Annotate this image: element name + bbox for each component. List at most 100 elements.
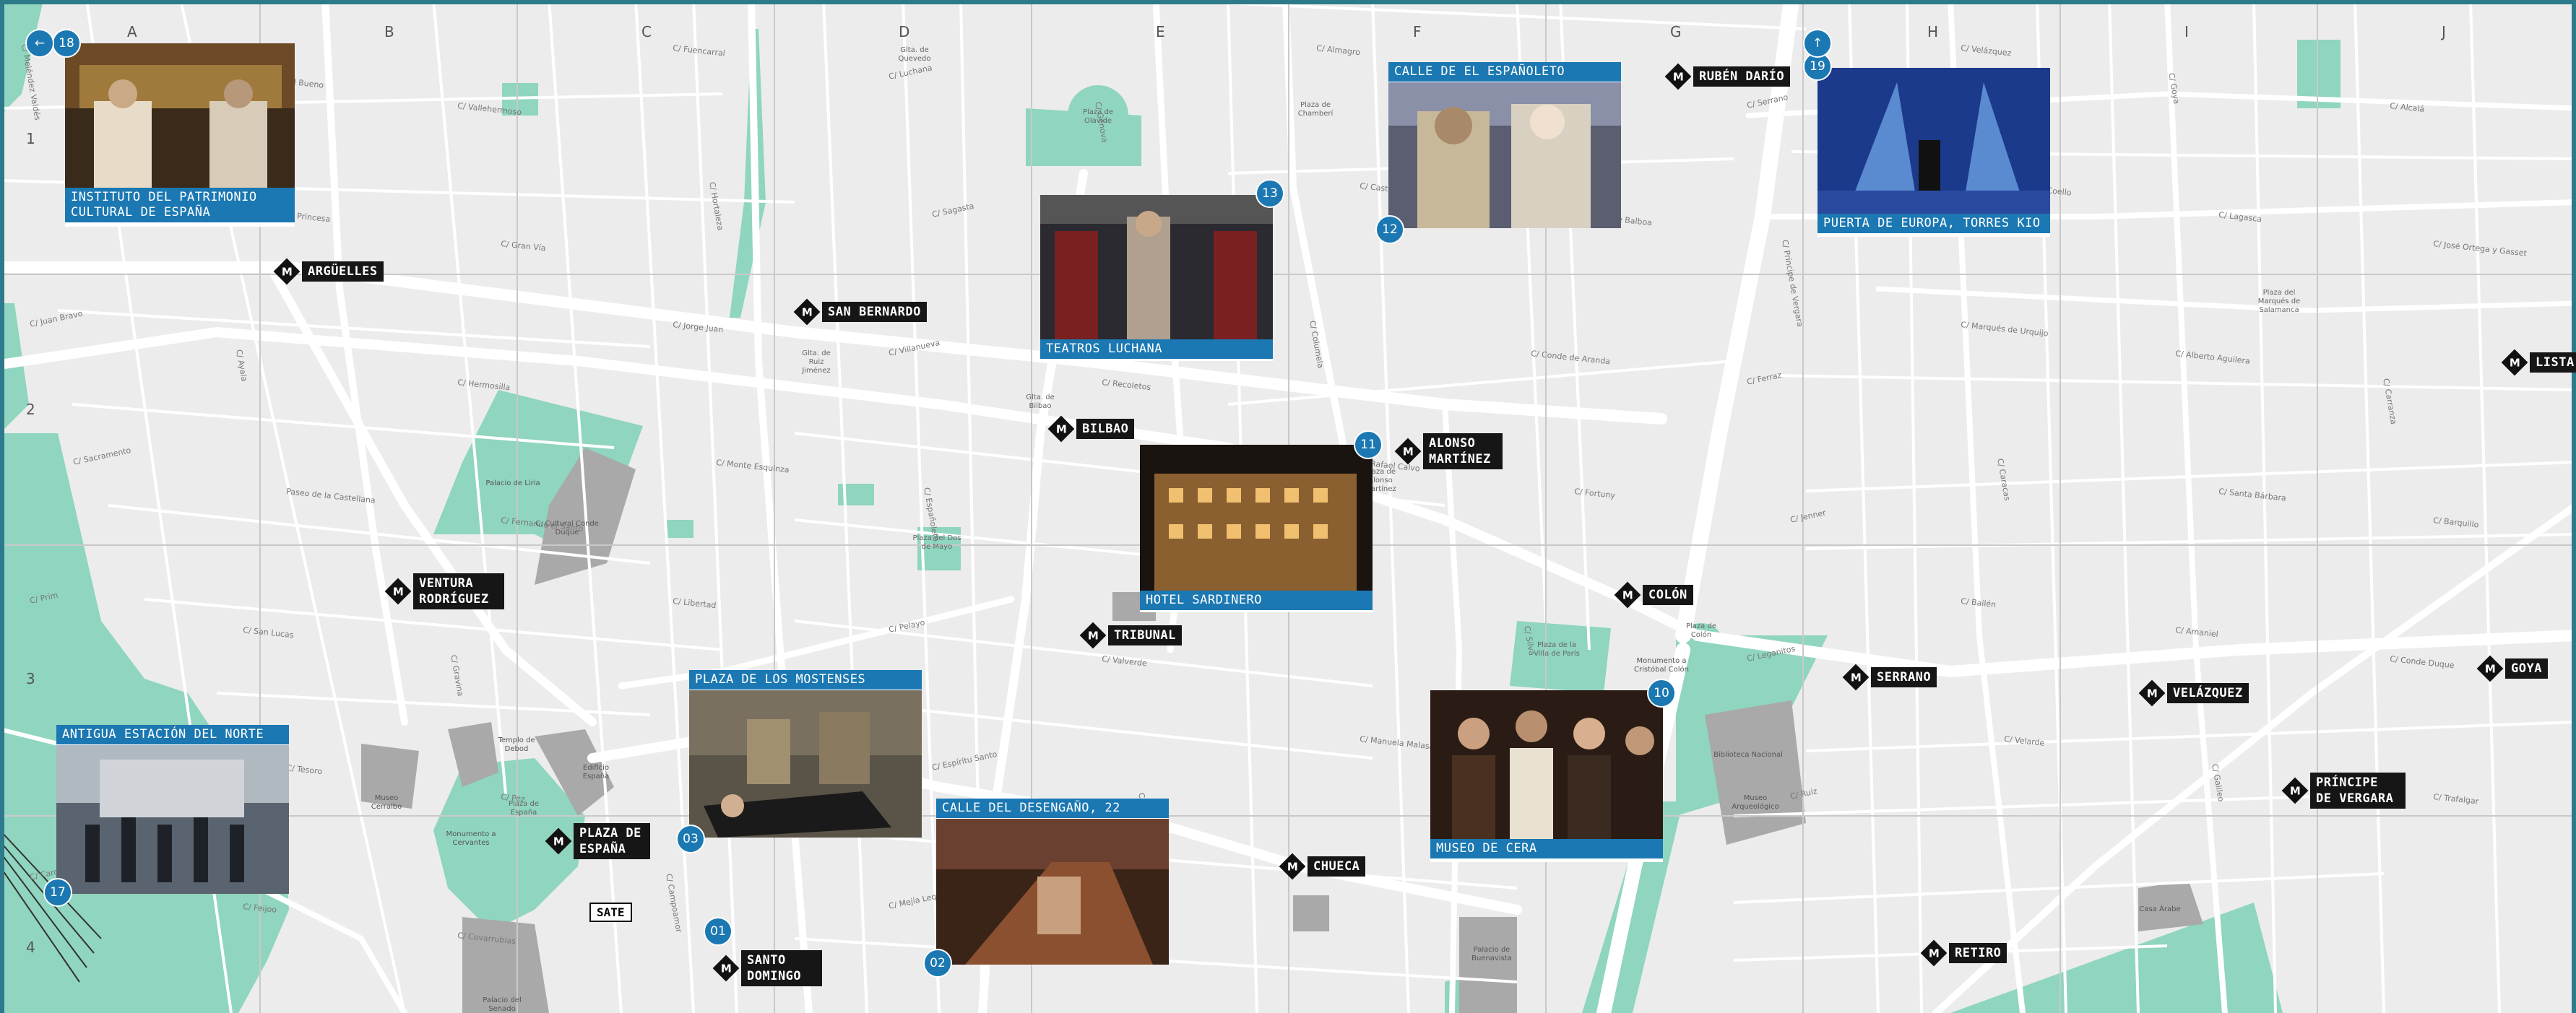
- building-label: Monumento a Cervantes: [446, 830, 496, 847]
- metro-station[interactable]: M TRIBUNAL: [1079, 622, 1182, 649]
- metro-icon: M: [1047, 415, 1075, 443]
- location-number-badge[interactable]: 18: [52, 29, 81, 58]
- metro-station-name: SERRANO: [1871, 667, 1937, 687]
- location-card-10[interactable]: MUSEO DE CERA: [1430, 690, 1663, 862]
- location-caption: MUSEO DE CERA: [1430, 839, 1663, 858]
- city-map[interactable]: A B C D E F G H I J 1 2 3 4 Plaza de Ola…: [0, 0, 2576, 1013]
- location-photo: [1818, 68, 2050, 214]
- location-caption: TEATROS LUCHANA: [1040, 339, 1273, 359]
- building-label: Templo de Debod: [498, 736, 535, 753]
- location-number-badge[interactable]: 17: [43, 878, 72, 907]
- location-caption: ANTIGUA ESTACIÓN DEL NORTE: [56, 725, 289, 744]
- location-number-badge[interactable]: 10: [1647, 679, 1676, 708]
- location-number-badge[interactable]: 02: [923, 949, 952, 978]
- metro-station[interactable]: M PRÍNCIPE DE VERGARA: [2281, 773, 2406, 809]
- metro-station[interactable]: M LISTA: [2501, 349, 2576, 376]
- location-card-13[interactable]: TEATROS LUCHANA: [1040, 195, 1273, 361]
- metro-station[interactable]: M VENTURA RODRÍGUEZ: [384, 573, 504, 609]
- metro-icon: M: [712, 955, 740, 982]
- location-number-badge[interactable]: 01: [704, 917, 732, 946]
- metro-station[interactable]: M CHUECA: [1279, 853, 1366, 880]
- building-label: Biblioteca Nacional: [1713, 751, 1783, 759]
- up-arrow-icon[interactable]: ↑: [1803, 29, 1832, 58]
- location-card-02[interactable]: CALLE DEL DESENGAÑO, 22: [936, 799, 1169, 965]
- location-photo: [56, 745, 289, 894]
- metro-station[interactable]: M VELÁZQUEZ: [2138, 679, 2249, 707]
- plaza-label: Glta. de Quevedo: [898, 46, 931, 63]
- metro-station[interactable]: M SAN BERNARDO: [793, 298, 927, 326]
- metro-station-name: ALONSO MARTÍNEZ: [1423, 433, 1503, 469]
- location-photo: [1388, 82, 1621, 228]
- grid-column-label: A: [127, 23, 137, 40]
- location-photo: [65, 43, 295, 188]
- metro-icon: M: [1842, 664, 1870, 691]
- metro-icon: M: [1614, 581, 1641, 609]
- metro-station[interactable]: M ALONSO MARTÍNEZ: [1394, 433, 1503, 469]
- metro-station-name: SAN BERNARDO: [822, 302, 927, 322]
- metro-station-name: LISTA: [2530, 352, 2576, 373]
- location-card-12[interactable]: CALLE DE EL ESPAÑOLETO: [1388, 62, 1621, 228]
- grid-row-label: 2: [26, 401, 35, 418]
- grid-column-label: F: [1413, 23, 1422, 40]
- metro-station[interactable]: M SERRANO: [1842, 664, 1937, 691]
- metro-icon: M: [1079, 622, 1107, 649]
- metro-icon: M: [2281, 777, 2309, 804]
- plaza-label: Glta. de Ruiz Jiménez: [802, 349, 831, 375]
- location-number-badge[interactable]: 13: [1255, 179, 1284, 208]
- location-photo: [936, 819, 1169, 965]
- location-photo: [1430, 690, 1663, 839]
- location-card-17[interactable]: ANTIGUA ESTACIÓN DEL NORTE: [56, 725, 289, 894]
- metro-icon: M: [1394, 438, 1422, 465]
- building-label: Museo Arqueológico: [1732, 794, 1779, 811]
- grid-column-label: G: [1670, 23, 1682, 40]
- location-card-18[interactable]: INSTITUTO DEL PATRIMONIO CULTURAL DE ESP…: [65, 43, 295, 227]
- metro-icon: M: [545, 827, 572, 855]
- location-caption: HOTEL SARDINERO: [1140, 591, 1373, 610]
- metro-station[interactable]: M ARGÜELLES: [273, 258, 384, 285]
- metro-station-name: RUBÉN DARÍO: [1693, 66, 1791, 87]
- metro-station-name: BILBAO: [1076, 419, 1135, 439]
- grid-row-label: 1: [26, 130, 35, 147]
- grid-column-label: J: [2442, 23, 2446, 40]
- metro-station[interactable]: M SANTO DOMINGO: [712, 950, 822, 986]
- location-number-badge[interactable]: 11: [1354, 430, 1383, 459]
- metro-icon: M: [273, 258, 301, 285]
- location-caption: PUERTA DE EUROPA, TORRES KIO: [1818, 214, 2050, 233]
- grid-column-label: D: [899, 23, 910, 40]
- plaza-label: Glta. de Bilbao: [1026, 394, 1055, 410]
- metro-icon: M: [2476, 655, 2504, 682]
- location-card-11[interactable]: HOTEL SARDINERO: [1140, 445, 1373, 612]
- metro-station-name: VENTURA RODRÍGUEZ: [413, 573, 504, 609]
- plaza-label: Plaza de Colón: [1686, 622, 1716, 639]
- metro-station[interactable]: M RETIRO: [1920, 939, 2007, 967]
- metro-station[interactable]: M RUBÉN DARÍO: [1664, 63, 1791, 90]
- metro-icon: M: [2138, 679, 2166, 707]
- location-number-badge[interactable]: 03: [676, 825, 705, 853]
- location-number-badge[interactable]: 12: [1375, 215, 1404, 244]
- metro-station-name: SANTO DOMINGO: [741, 950, 822, 986]
- location-photo: [1040, 195, 1273, 339]
- metro-station-name: COLÓN: [1643, 585, 1693, 605]
- metro-station[interactable]: M PLAZA DE ESPAÑA: [545, 823, 650, 859]
- plaza-label: Plaza de la Villa de París: [1534, 641, 1580, 658]
- sate-label: SATE: [589, 903, 632, 922]
- location-caption: INSTITUTO DEL PATRIMONIO CULTURAL DE ESP…: [65, 188, 295, 222]
- grid-column-label: E: [1156, 23, 1165, 40]
- building-label: Museo Cerralbo: [371, 794, 402, 811]
- grid-row-label: 4: [26, 939, 35, 956]
- metro-icon: M: [1279, 853, 1306, 880]
- metro-station[interactable]: M BILBAO: [1047, 415, 1135, 443]
- metro-station[interactable]: M COLÓN: [1614, 581, 1693, 609]
- grid-row-label: 3: [26, 670, 35, 687]
- metro-station[interactable]: M GOYA: [2476, 655, 2548, 682]
- location-card-03[interactable]: PLAZA DE LOS MOSTENSES: [689, 670, 922, 838]
- metro-station-name: ARGÜELLES: [302, 261, 384, 282]
- back-arrow-icon[interactable]: ←: [25, 29, 54, 58]
- location-card-19[interactable]: PUERTA DE EUROPA, TORRES KIO: [1818, 68, 2050, 237]
- grid-column-label: H: [1927, 23, 1939, 40]
- metro-station-name: GOYA: [2505, 658, 2548, 679]
- metro-station-name: PLAZA DE ESPAÑA: [574, 823, 650, 859]
- location-caption: CALLE DE EL ESPAÑOLETO: [1388, 62, 1621, 82]
- metro-icon: M: [2501, 349, 2528, 376]
- grid-column-label: B: [384, 23, 394, 40]
